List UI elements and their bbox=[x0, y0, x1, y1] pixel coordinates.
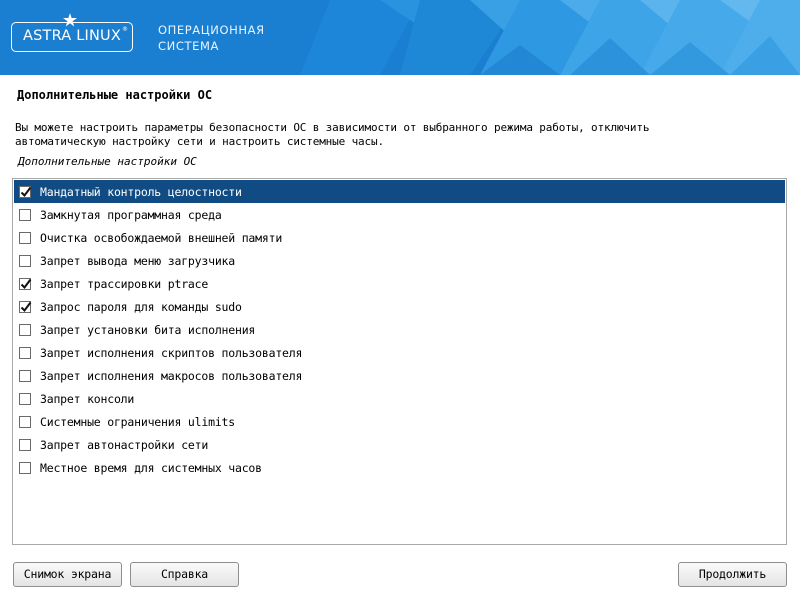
os-subtitle-line1: ОПЕРАЦИОННАЯ bbox=[158, 23, 265, 37]
checkbox-checked[interactable] bbox=[19, 301, 32, 313]
option-label: Запрет исполнения макросов пользователя bbox=[40, 369, 303, 383]
checkbox-unchecked[interactable] bbox=[19, 324, 31, 336]
option-label: Запрет автонастройки сети bbox=[40, 438, 209, 452]
option-row[interactable]: Запрос пароля для команды sudo bbox=[14, 295, 785, 318]
checkbox-checked[interactable] bbox=[19, 186, 32, 198]
option-label: Мандатный контроль целостности bbox=[40, 185, 242, 199]
description-line1: Вы можете настроить параметры безопаснос… bbox=[15, 121, 650, 134]
option-label: Местное время для системных часов bbox=[40, 461, 262, 475]
os-subtitle-line2: СИСТЕМА bbox=[158, 39, 219, 53]
header-banner: ASTRA LINUX ® ОПЕРАЦИОННАЯ СИСТЕМА bbox=[0, 0, 800, 75]
option-label: Запрет вывода меню загрузчика bbox=[40, 254, 235, 268]
option-row[interactable]: Запрет вывода меню загрузчика bbox=[14, 249, 785, 272]
options-list[interactable]: Мандатный контроль целостности Замкнутая … bbox=[12, 178, 787, 545]
checkbox-unchecked[interactable] bbox=[19, 439, 31, 451]
checkbox-unchecked[interactable] bbox=[19, 393, 31, 405]
option-row[interactable]: Местное время для системных часов bbox=[14, 456, 785, 479]
checkmark-icon bbox=[20, 278, 32, 290]
registered-mark: ® bbox=[122, 26, 128, 33]
description-line2: автоматическую настройку сети и настроит… bbox=[15, 135, 384, 148]
option-label: Замкнутая программная среда bbox=[40, 208, 222, 222]
help-button[interactable]: Справка bbox=[130, 562, 239, 587]
checkbox-unchecked[interactable] bbox=[19, 255, 31, 267]
logo-star-icon bbox=[63, 13, 77, 27]
option-label: Запрет консоли bbox=[40, 392, 135, 406]
option-row[interactable]: Системные ограничения ulimits bbox=[14, 410, 785, 433]
checkbox-unchecked[interactable] bbox=[19, 416, 31, 428]
option-label: Очистка освобождаемой внешней памяти bbox=[40, 231, 283, 245]
checkmark-icon bbox=[20, 186, 32, 198]
checkmark-icon bbox=[20, 301, 32, 313]
logo-text: ASTRA LINUX bbox=[23, 28, 121, 44]
checkbox-unchecked[interactable] bbox=[19, 347, 31, 359]
screenshot-button[interactable]: Снимок экрана bbox=[13, 562, 122, 587]
option-label: Запрет трассировки ptrace bbox=[40, 277, 209, 291]
option-row[interactable]: Запрет исполнения макросов пользователя bbox=[14, 364, 785, 387]
checkbox-unchecked[interactable] bbox=[19, 370, 31, 382]
option-row[interactable]: Запрет установки бита исполнения bbox=[14, 318, 785, 341]
continue-button[interactable]: Продолжить bbox=[678, 562, 787, 587]
option-row[interactable]: Запрет автонастройки сети bbox=[14, 433, 785, 456]
page-title: Дополнительные настройки ОС bbox=[17, 88, 213, 102]
option-row[interactable]: Замкнутая программная среда bbox=[14, 203, 785, 226]
checkbox-unchecked[interactable] bbox=[19, 232, 31, 244]
option-label: Запрет исполнения скриптов пользователя bbox=[40, 346, 303, 360]
option-label: Запрос пароля для команды sudo bbox=[40, 300, 242, 314]
checkbox-unchecked[interactable] bbox=[19, 462, 31, 474]
checkbox-unchecked[interactable] bbox=[19, 209, 31, 221]
option-row[interactable]: Запрет консоли bbox=[14, 387, 785, 410]
page-description: Вы можете настроить параметры безопаснос… bbox=[15, 121, 785, 149]
option-label: Запрет установки бита исполнения bbox=[40, 323, 256, 337]
options-list-caption: Дополнительные настройки ОС bbox=[18, 155, 197, 168]
option-row[interactable]: Запрет трассировки ptrace bbox=[14, 272, 785, 295]
option-label: Системные ограничения ulimits bbox=[40, 415, 235, 429]
option-row[interactable]: Мандатный контроль целостности bbox=[14, 180, 785, 203]
checkbox-checked[interactable] bbox=[19, 278, 32, 290]
option-row[interactable]: Очистка освобождаемой внешней памяти bbox=[14, 226, 785, 249]
option-row[interactable]: Запрет исполнения скриптов пользователя bbox=[14, 341, 785, 364]
